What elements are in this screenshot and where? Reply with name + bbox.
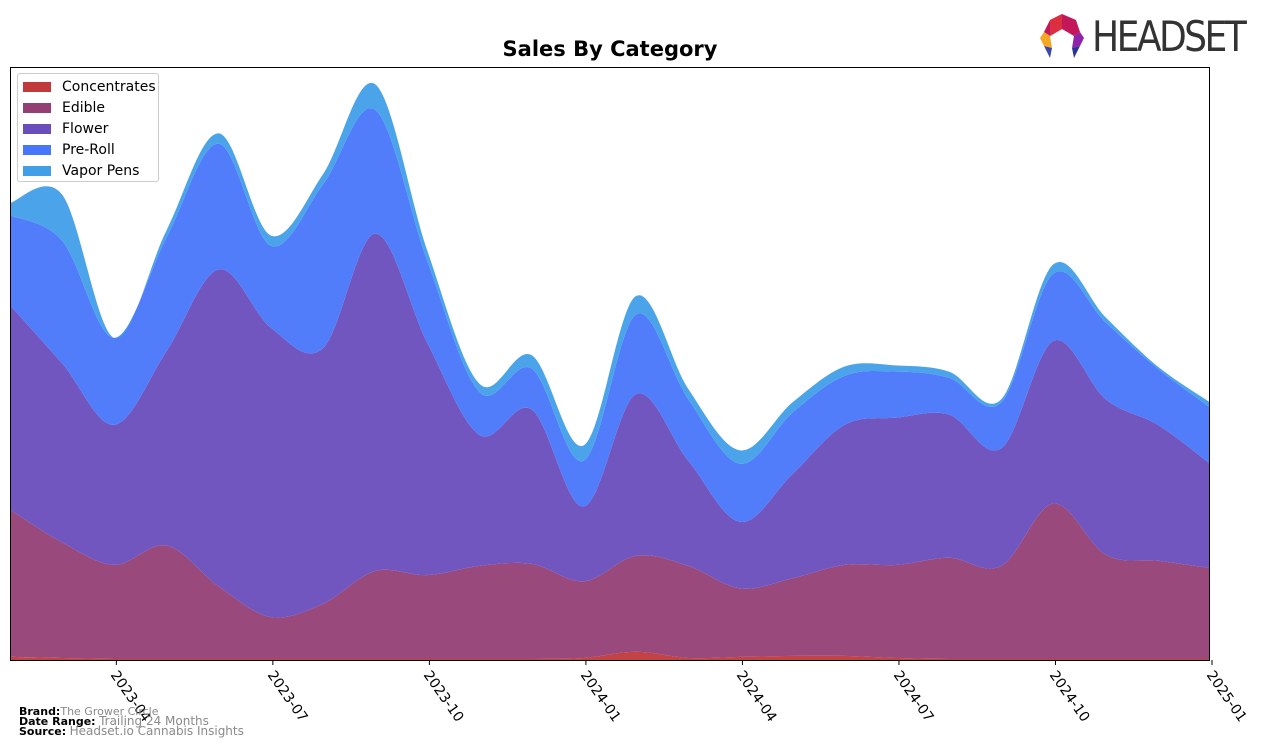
legend-swatch bbox=[23, 103, 51, 113]
headset-logo-text: HEADSET bbox=[1092, 12, 1247, 61]
footer-source-label: Source: bbox=[19, 725, 67, 738]
legend-swatch bbox=[23, 166, 51, 176]
legend-item-concentrates: Concentrates bbox=[23, 77, 156, 97]
legend-label: Flower bbox=[62, 121, 109, 137]
legend-label: Edible bbox=[62, 100, 106, 116]
headset-logo-icon bbox=[1040, 14, 1084, 58]
chart-canvas bbox=[10, 67, 1213, 665]
legend-swatch bbox=[23, 145, 51, 155]
legend-swatch bbox=[23, 82, 51, 92]
headset-logo: HEADSET bbox=[1036, 12, 1266, 62]
legend-swatch bbox=[23, 124, 51, 134]
legend-item-edible: Edible bbox=[23, 98, 105, 118]
legend: Concentrates Edible Flower Pre-Roll Vapor Pe… bbox=[17, 73, 159, 182]
legend-item-pre-roll: Pre-Roll bbox=[23, 140, 115, 160]
legend-label: Vapor Pens bbox=[62, 163, 140, 179]
footer-source: Source: Headset.io Cannabis Insights bbox=[19, 724, 244, 738]
legend-label: Concentrates bbox=[62, 79, 156, 95]
legend-label: Pre-Roll bbox=[62, 142, 115, 158]
legend-item-flower: Flower bbox=[23, 119, 108, 139]
legend-item-vapor-pens: Vapor Pens bbox=[23, 161, 139, 181]
footer-source-value: Headset.io Cannabis Insights bbox=[69, 724, 244, 738]
